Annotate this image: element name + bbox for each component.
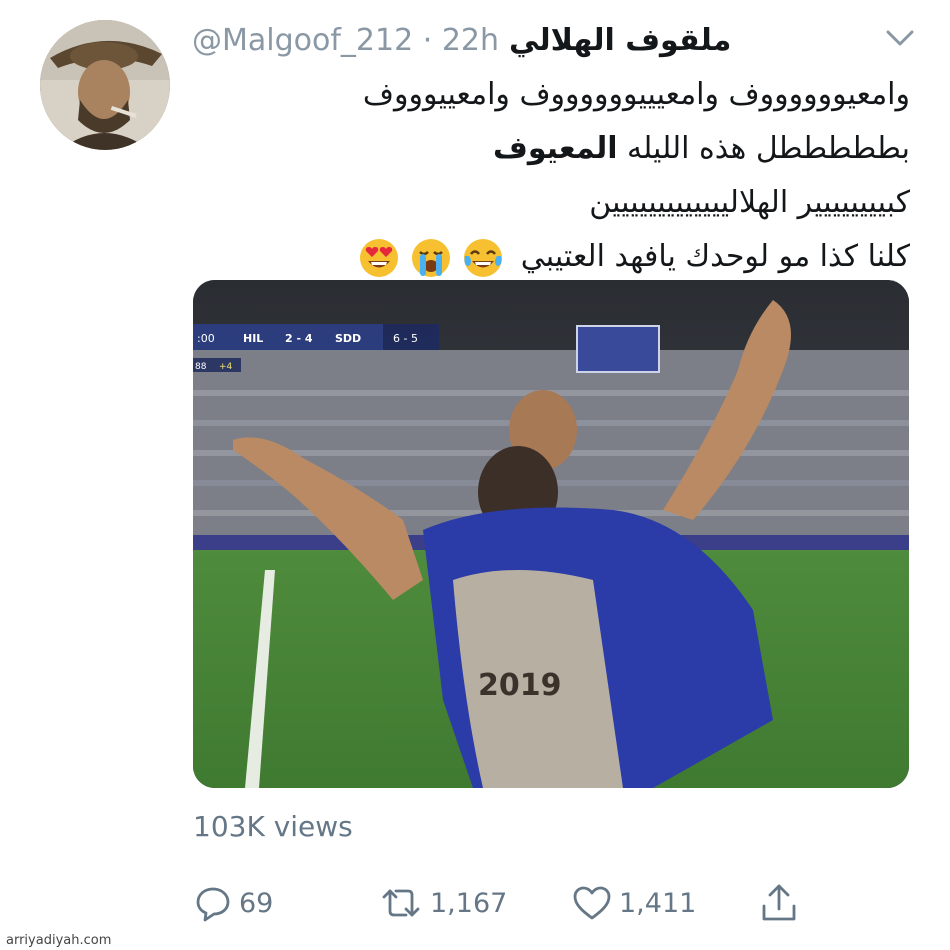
tweet-line-4: كلنا كذا مو لوحدك يافهد العتيبي xyxy=(220,230,910,284)
shirt-text: 2019 xyxy=(478,668,562,703)
scoreboard-extra-left: 88 xyxy=(195,362,207,372)
separator: · xyxy=(422,22,433,58)
handle-and-time[interactable]: @Malgoof_212 · 22h xyxy=(192,23,499,58)
heart-eyes-face-icon xyxy=(359,238,398,277)
reply-count: 69 xyxy=(239,887,274,919)
reply-icon xyxy=(196,887,230,922)
like-button[interactable]: 1,411 xyxy=(571,880,696,926)
tweet-text: وامعيووووووف وامعيييووووووف وامعييوووف ب… xyxy=(220,68,910,284)
view-count: 103K views xyxy=(193,810,353,843)
avatar-image xyxy=(40,20,170,150)
share-button[interactable] xyxy=(759,880,799,926)
chevron-down-icon[interactable] xyxy=(884,26,916,50)
avatar[interactable] xyxy=(40,20,170,150)
handle[interactable]: @Malgoof_212 xyxy=(192,23,413,58)
tears-of-joy-emoji-icon xyxy=(463,238,502,277)
tweet-line-1: وامعيووووووف وامعيييووووووف وامعييوووف xyxy=(362,77,910,112)
tweet-line-2-regular: بطططططل هذه الليله xyxy=(617,131,910,166)
scoreboard-score: 2 - 4 xyxy=(285,332,313,345)
loudly-crying-face-icon xyxy=(411,238,450,277)
reply-button[interactable]: 69 xyxy=(193,880,273,926)
tweet-card: ملقوف الهلالي @Malgoof_212 · 22h وامعيوو… xyxy=(0,0,950,950)
timestamp[interactable]: 22h xyxy=(442,23,499,58)
tweet-line-4-text: كلنا كذا مو لوحدك يافهد العتيبي xyxy=(520,239,910,274)
like-count: 1,411 xyxy=(619,887,697,919)
match-celebration-image: 2019 :00 HIL 2 - 4 SDD 6 - 5 88 +4 xyxy=(193,280,909,788)
display-name[interactable]: ملقوف الهلالي xyxy=(509,23,731,58)
scoreboard-home: HIL xyxy=(243,332,263,345)
share-icon xyxy=(762,884,796,921)
retweet-icon xyxy=(382,889,420,917)
watermark: arriyadiyah.com xyxy=(6,933,112,948)
video-thumbnail[interactable]: 2019 :00 HIL 2 - 4 SDD 6 - 5 88 +4 xyxy=(193,280,909,788)
heart-icon xyxy=(573,886,611,920)
tweet-line-2-bold: المعيوف xyxy=(493,131,618,166)
scoreboard-clock: :00 xyxy=(197,332,215,345)
scoreboard-aggregate: 6 - 5 xyxy=(393,332,418,345)
scoreboard-away: SDD xyxy=(335,332,361,345)
action-bar: 69 1,167 1,411 xyxy=(193,880,909,926)
tweet-line-3: كبيييييييير الهلالييييييييييييين xyxy=(589,185,910,220)
tweet-line-2: بطططططل هذه الليله المعيوف xyxy=(220,122,910,176)
tweet-header: ملقوف الهلالي @Malgoof_212 · 22h xyxy=(192,18,731,62)
emoji-group xyxy=(357,236,505,280)
scoreboard-extra-right: +4 xyxy=(219,362,233,372)
retweet-button[interactable]: 1,167 xyxy=(378,880,507,926)
retweet-count: 1,167 xyxy=(430,887,508,919)
